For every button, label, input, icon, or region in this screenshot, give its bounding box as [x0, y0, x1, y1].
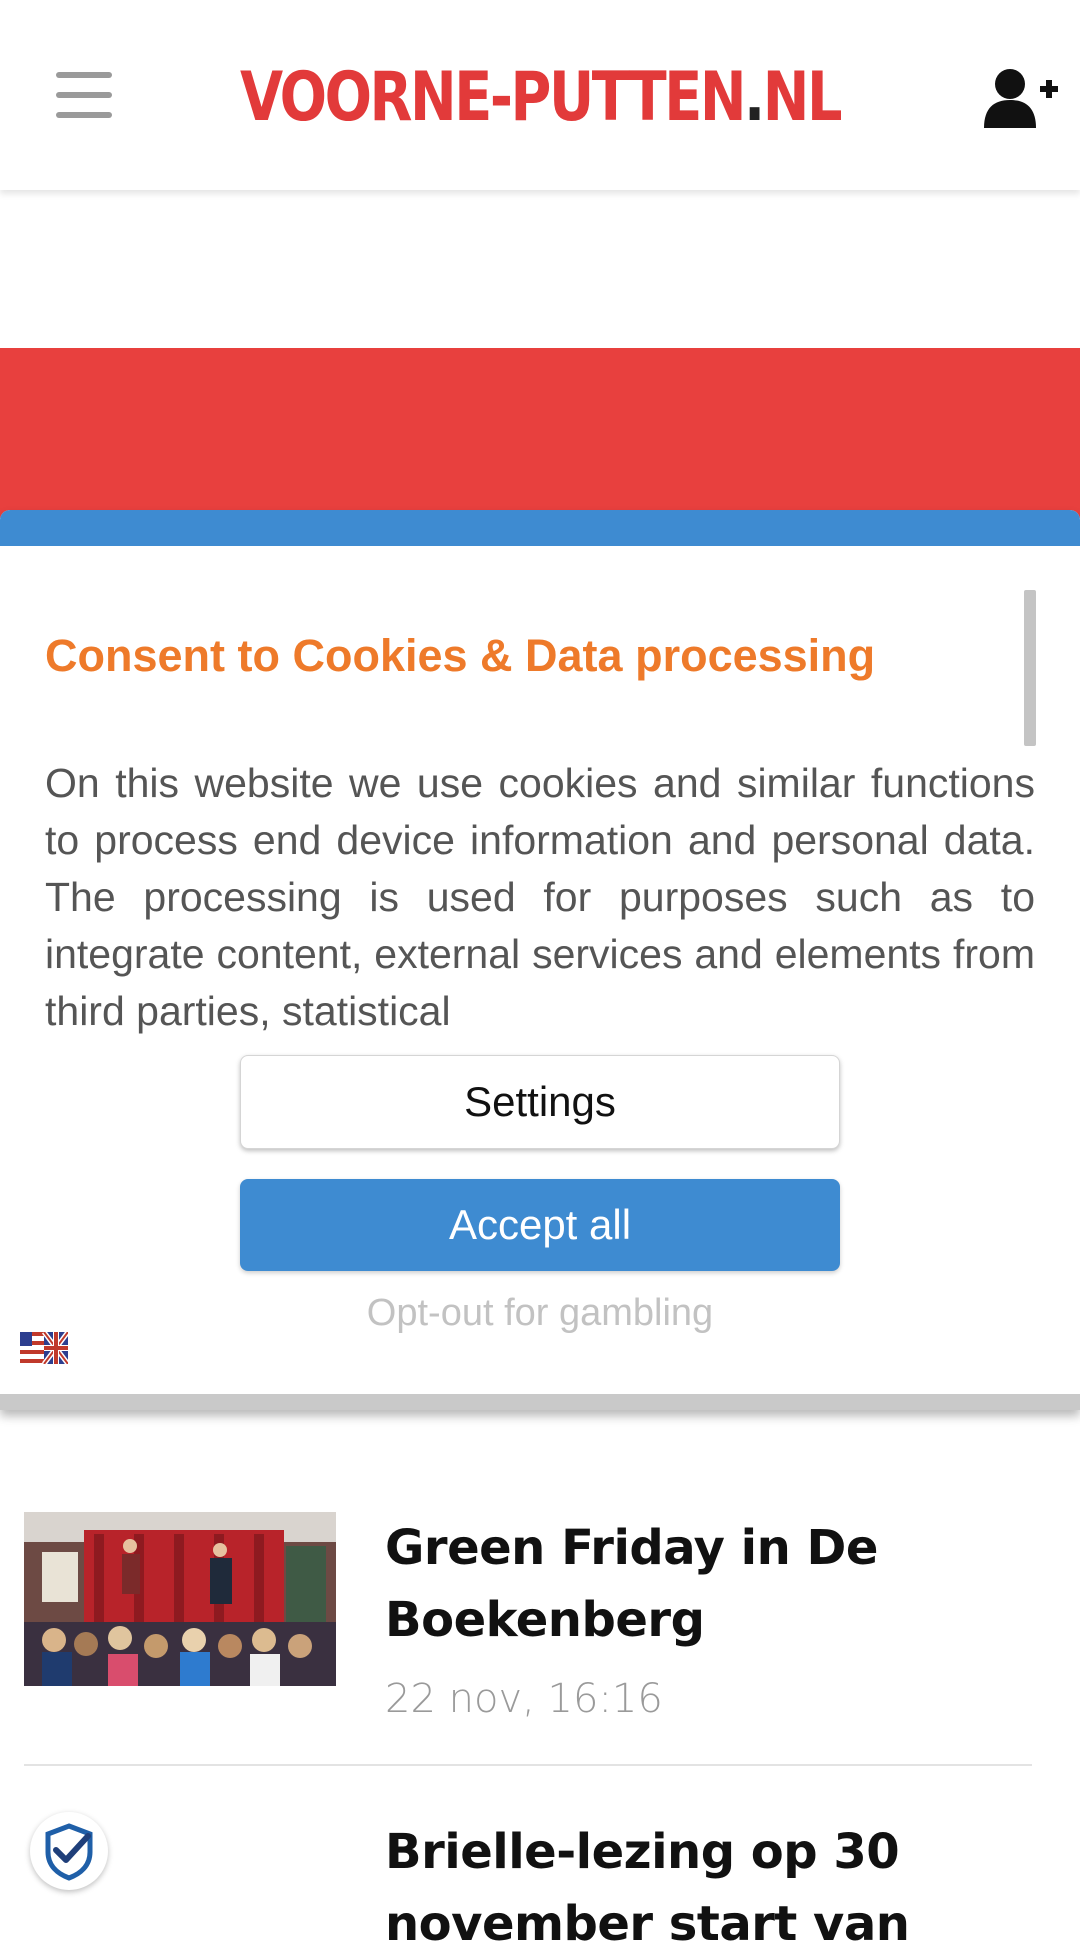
cookie-consent-dialog: Consent to Cookies & Data processing On … [0, 510, 1080, 1410]
accept-all-button[interactable]: Accept all [240, 1179, 840, 1271]
article-title[interactable]: Brielle-lezing op 30 november start van [385, 1816, 1025, 1960]
article-title[interactable]: Green Friday in De Boekenberg [385, 1512, 1025, 1656]
consent-scrollbar[interactable] [1024, 590, 1036, 746]
consent-text: On this website we use cookies and simil… [45, 760, 1035, 1034]
site-header: VOORNE-PUTTEN.NL [0, 0, 1080, 190]
red-banner [0, 348, 1080, 518]
consent-top-bar [0, 510, 1080, 546]
logo-dot: . [744, 58, 765, 137]
site-logo[interactable]: VOORNE-PUTTEN.NL [97, 58, 983, 137]
consent-bottom-edge [0, 1394, 1080, 1410]
article-thumbnail[interactable] [24, 1512, 336, 1686]
settings-button[interactable]: Settings [240, 1055, 840, 1149]
opt-out-gambling-link[interactable]: Opt-out for gambling [240, 1292, 840, 1335]
consent-title: Consent to Cookies & Data processing [45, 630, 876, 681]
article-divider [24, 1764, 1032, 1766]
us-uk-flag-icon[interactable] [20, 1332, 68, 1364]
article-time: 22 nov, 16:16 [385, 1676, 663, 1722]
user-plus-icon[interactable] [980, 66, 1060, 130]
logo-main: VOORNE-PUTTEN [239, 58, 747, 137]
logo-tld: NL [762, 58, 843, 137]
privacy-shield-check-icon[interactable] [30, 1812, 108, 1890]
